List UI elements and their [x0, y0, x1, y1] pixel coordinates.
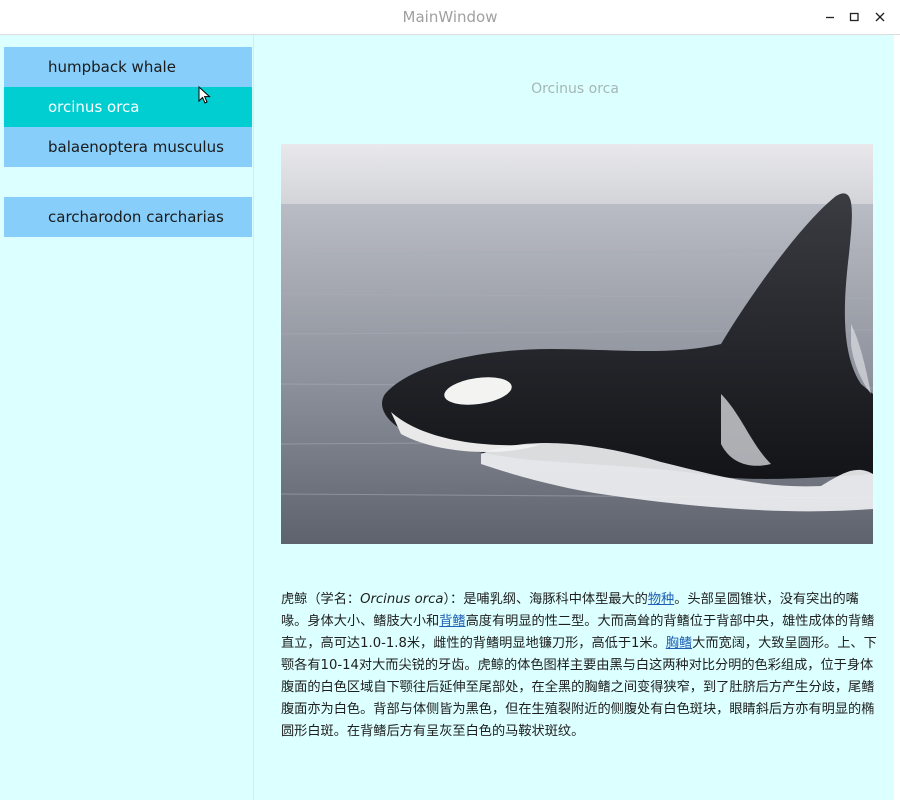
window-title: MainWindow [402, 8, 498, 26]
desc-text: ）：是哺乳纲、海豚科中体型最大的 [443, 592, 648, 607]
desc-text: 大而宽阔，大致呈圆形。上、下颚各有10-14对大而尖锐的牙齿。虎鲸的体色图样主要… [281, 636, 877, 739]
list-item-humpback-whale[interactable]: humpback whale [4, 47, 252, 87]
mouse-cursor-icon [198, 86, 211, 104]
minimize-icon [826, 16, 834, 19]
desc-text: 虎鲸（学名： [281, 592, 361, 607]
close-button[interactable] [872, 9, 888, 25]
window-edge [894, 35, 900, 800]
link-pectoral-fin[interactable]: 胸鳍 [666, 636, 692, 651]
list-item-balaenoptera-musculus[interactable]: balaenoptera musculus [4, 127, 252, 167]
list-item-carcharodon-carcharias[interactable]: carcharodon carcharias [4, 197, 252, 237]
species-list: humpback whale orcinus orca balaenoptera… [4, 35, 252, 800]
species-caption: Orcinus orca [531, 81, 619, 97]
desc-scientific-name: Orcinus orca [360, 592, 444, 607]
link-dorsal-fin[interactable]: 背鳍 [439, 614, 465, 629]
list-item-orcinus-orca[interactable]: orcinus orca [4, 87, 252, 127]
minimize-button[interactable] [822, 9, 838, 25]
link-species[interactable]: 物种 [648, 592, 674, 607]
species-description: 虎鲸（学名：Orcinus orca）：是哺乳纲、海豚科中体型最大的物种。头部呈… [281, 589, 881, 743]
content-area: humpback whale orcinus orca balaenoptera… [0, 35, 900, 800]
pane-divider[interactable] [253, 35, 254, 800]
maximize-button[interactable] [846, 9, 862, 25]
maximize-icon [849, 12, 859, 22]
title-bar: MainWindow [0, 0, 900, 35]
close-icon [875, 12, 885, 22]
orca-photo [281, 144, 873, 544]
